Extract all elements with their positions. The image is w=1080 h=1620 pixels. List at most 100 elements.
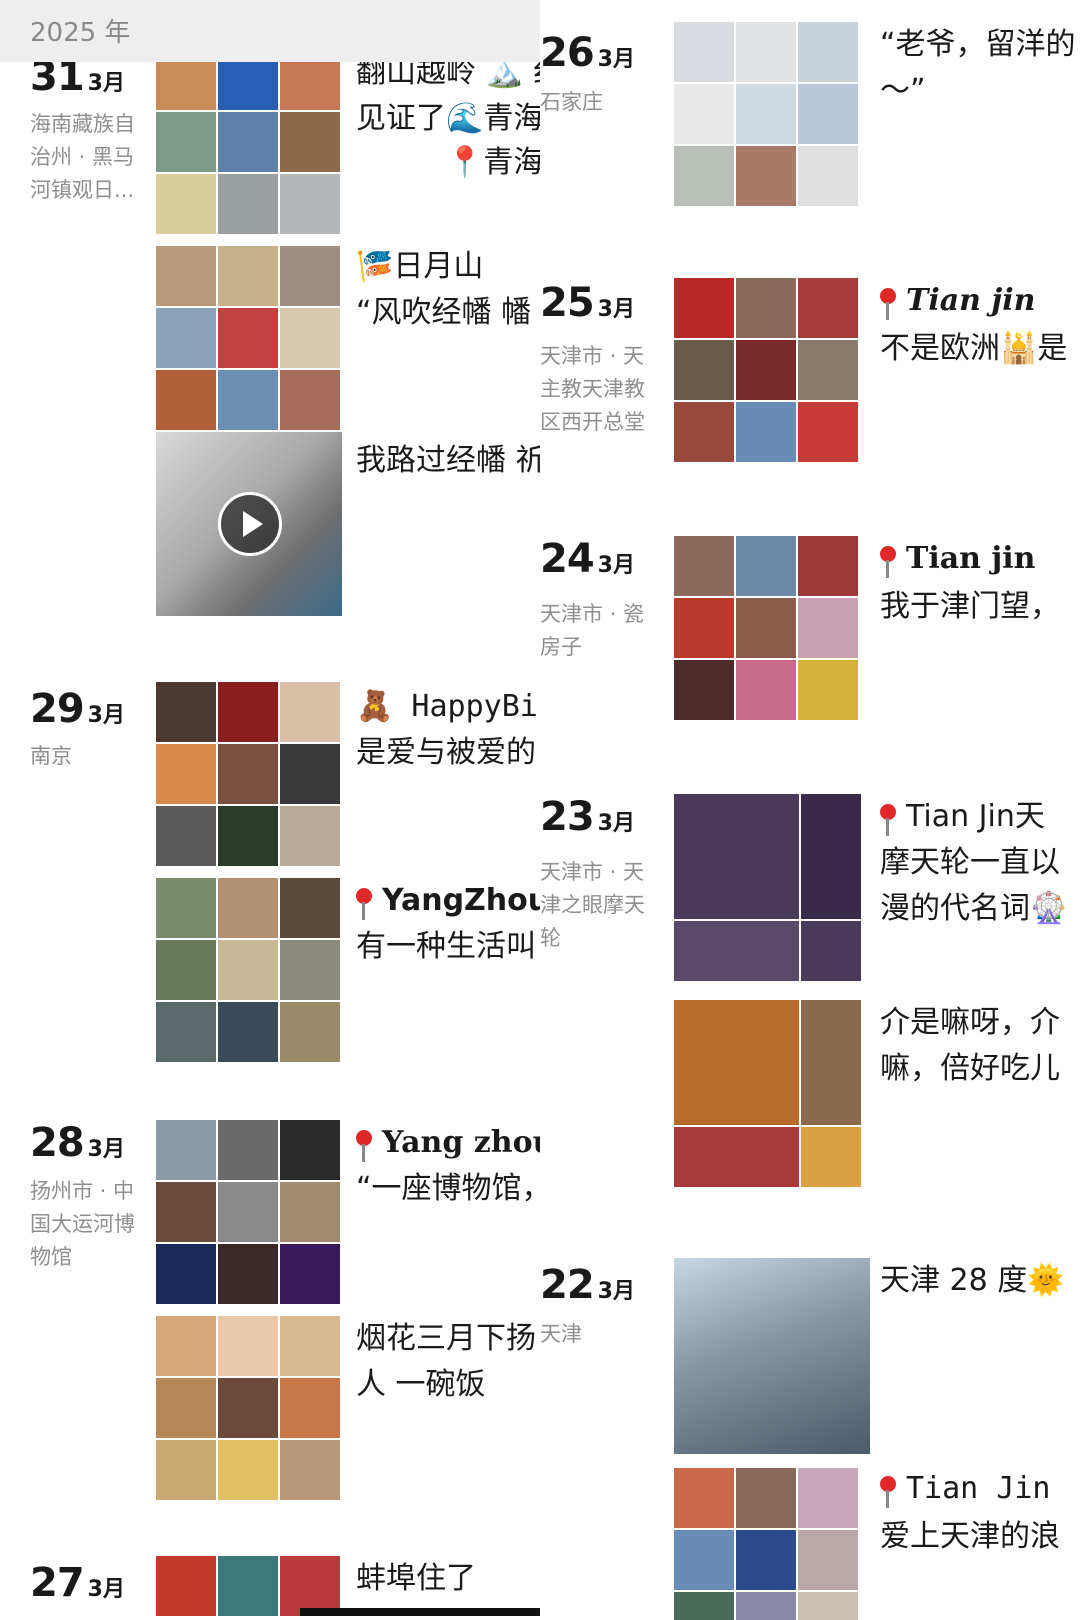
photo-thumb[interactable]	[674, 598, 734, 658]
video-thumbnail[interactable]	[156, 432, 342, 616]
photo-thumb[interactable]	[218, 246, 278, 306]
photo-thumb[interactable]	[280, 174, 340, 234]
photo-thumb[interactable]	[674, 1468, 734, 1528]
photo-thumb[interactable]	[674, 660, 734, 720]
photo-thumb[interactable]	[736, 340, 796, 400]
photo-thumb[interactable]	[674, 794, 799, 919]
photo-thumb[interactable]	[218, 1316, 278, 1376]
photo-thumb[interactable]	[736, 402, 796, 462]
photo-thumb[interactable]	[156, 1556, 216, 1616]
photo-thumb[interactable]	[674, 278, 734, 338]
photo-thumb[interactable]	[280, 1182, 340, 1242]
photo-thumb[interactable]	[798, 1592, 858, 1620]
photo-thumb[interactable]	[156, 308, 216, 368]
photo-thumb[interactable]	[736, 278, 796, 338]
photo-thumb[interactable]	[798, 402, 858, 462]
play-icon[interactable]	[218, 492, 282, 556]
photo-thumb[interactable]	[218, 744, 278, 804]
photo-thumb[interactable]	[156, 1440, 216, 1500]
photo-thumb[interactable]	[218, 370, 278, 430]
photo-thumb[interactable]	[280, 1002, 340, 1062]
photo-thumb[interactable]	[798, 340, 858, 400]
photo-thumb[interactable]	[736, 22, 796, 82]
photo-thumb[interactable]	[736, 146, 796, 206]
photo-grid[interactable]	[674, 22, 858, 206]
photo-thumb[interactable]	[156, 174, 216, 234]
photo-thumb[interactable]	[156, 1002, 216, 1062]
photo-thumb[interactable]	[156, 112, 216, 172]
photo-thumb[interactable]	[798, 278, 858, 338]
photo-thumb[interactable]	[798, 1468, 858, 1528]
photo-thumb[interactable]	[736, 1468, 796, 1528]
photo-thumb[interactable]	[218, 806, 278, 866]
photo-grid[interactable]	[674, 1468, 858, 1620]
photo-thumb[interactable]	[156, 878, 216, 938]
photo-thumb[interactable]	[280, 112, 340, 172]
photo-thumb[interactable]	[736, 1592, 796, 1620]
photo-thumb[interactable]	[280, 1316, 340, 1376]
photo-thumb[interactable]	[798, 1530, 858, 1590]
photo-thumb[interactable]	[280, 878, 340, 938]
photo-thumb[interactable]	[798, 22, 858, 82]
photo-thumb[interactable]	[280, 744, 340, 804]
photo-thumb[interactable]	[156, 806, 216, 866]
photo-grid[interactable]	[674, 278, 858, 462]
photo-thumb[interactable]	[736, 84, 796, 144]
photo-thumb[interactable]	[801, 794, 861, 919]
photo-thumb[interactable]	[156, 1182, 216, 1242]
photo-thumb[interactable]	[798, 536, 858, 596]
photo-thumb[interactable]	[674, 921, 799, 981]
photo-thumb[interactable]	[218, 940, 278, 1000]
photo-thumb[interactable]	[218, 174, 278, 234]
photo-thumb[interactable]	[736, 598, 796, 658]
photo-thumb[interactable]	[156, 1244, 216, 1304]
photo-thumb[interactable]	[674, 340, 734, 400]
photo-thumb[interactable]	[674, 1127, 799, 1187]
photo-grid[interactable]	[674, 1000, 861, 1187]
photo-thumb[interactable]	[798, 598, 858, 658]
photo-thumb[interactable]	[798, 660, 858, 720]
photo-thumb[interactable]	[156, 682, 216, 742]
photo-thumb[interactable]	[280, 1378, 340, 1438]
photo-thumb[interactable]	[674, 84, 734, 144]
photo-thumb[interactable]	[218, 1120, 278, 1180]
photo-thumb[interactable]	[801, 1000, 861, 1125]
photo-thumb[interactable]	[156, 1378, 216, 1438]
photo-thumb[interactable]	[674, 1530, 734, 1590]
photo-thumb[interactable]	[280, 940, 340, 1000]
photo-thumb[interactable]	[156, 1120, 216, 1180]
photo-thumb[interactable]	[674, 536, 734, 596]
photo-thumb[interactable]	[674, 146, 734, 206]
photo-thumb[interactable]	[674, 402, 734, 462]
photo-thumb[interactable]	[218, 682, 278, 742]
photo-grid[interactable]	[156, 1316, 340, 1500]
photo-grid[interactable]	[674, 794, 861, 981]
photo-thumb[interactable]	[156, 940, 216, 1000]
photo-thumb[interactable]	[801, 921, 861, 981]
photo-thumb[interactable]	[156, 744, 216, 804]
photo-thumb[interactable]	[674, 1258, 870, 1454]
photo-thumb[interactable]	[280, 370, 340, 430]
photo-thumb[interactable]	[674, 22, 734, 82]
photo-thumb[interactable]	[218, 308, 278, 368]
photo-thumb[interactable]	[218, 878, 278, 938]
photo-thumb[interactable]	[218, 1556, 278, 1616]
photo-thumb[interactable]	[798, 146, 858, 206]
photo-thumb[interactable]	[218, 1244, 278, 1304]
photo-thumb[interactable]	[280, 682, 340, 742]
photo-thumb[interactable]	[674, 1000, 799, 1125]
photo-thumb[interactable]	[156, 370, 216, 430]
photo-thumb[interactable]	[736, 1530, 796, 1590]
photo-thumb[interactable]	[280, 308, 340, 368]
photo-thumb[interactable]	[156, 246, 216, 306]
photo-thumb[interactable]	[218, 1378, 278, 1438]
photo-thumb[interactable]	[280, 246, 340, 306]
photo-thumb[interactable]	[218, 112, 278, 172]
photo-thumb[interactable]	[218, 1182, 278, 1242]
photo-thumb[interactable]	[218, 1002, 278, 1062]
photo-thumb[interactable]	[280, 1120, 340, 1180]
photo-thumb[interactable]	[280, 1440, 340, 1500]
photo-thumb[interactable]	[280, 806, 340, 866]
photo-thumb[interactable]	[736, 660, 796, 720]
photo-grid[interactable]	[156, 1120, 340, 1304]
